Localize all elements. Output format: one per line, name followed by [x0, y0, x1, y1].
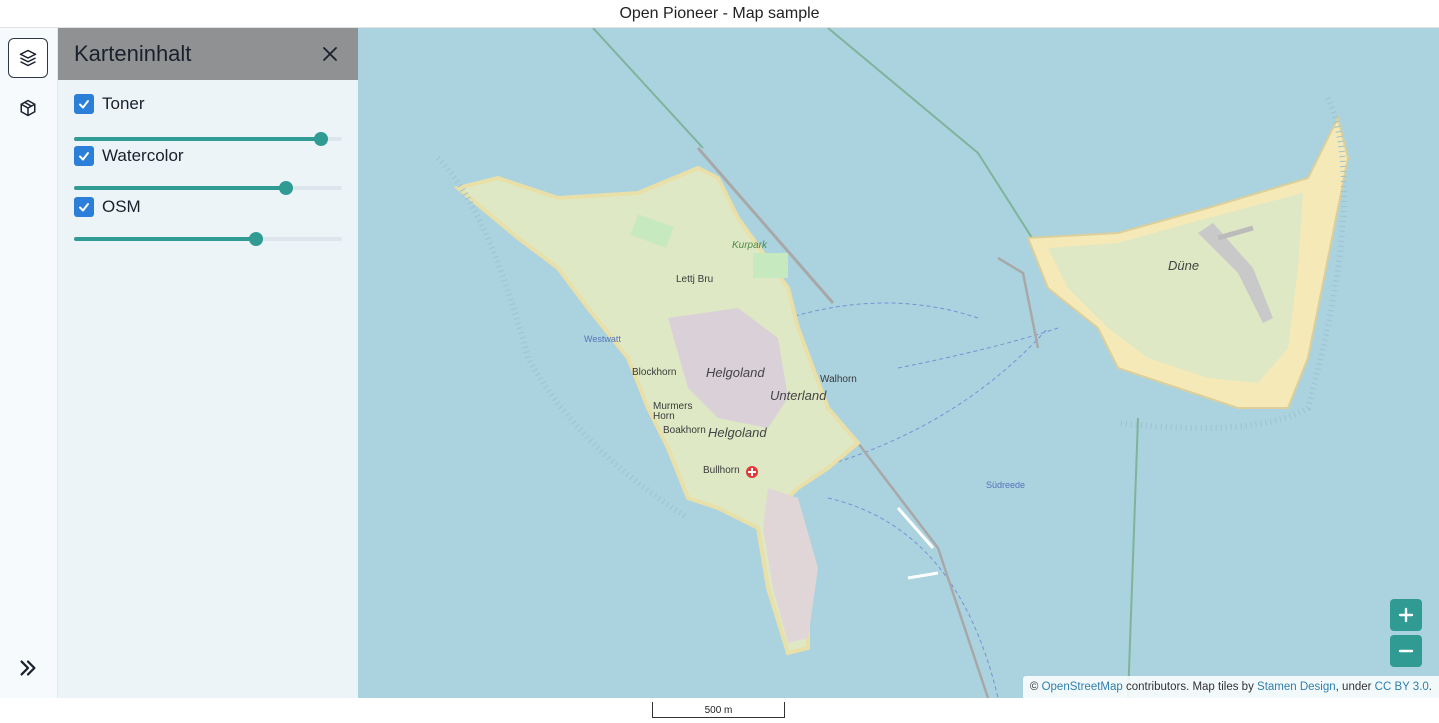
layer-checkbox-toner[interactable] [74, 94, 94, 114]
map-label-unterland: Unterland [770, 388, 827, 403]
panel-header: Karteninhalt [58, 28, 358, 80]
close-icon [323, 47, 337, 61]
plus-icon [1398, 607, 1414, 623]
map-label-bullhorn: Bullhorn [703, 465, 740, 476]
attribution-prefix: © [1029, 681, 1039, 693]
map-attribution: © OpenStreetMap contributors. Map tiles … [1022, 676, 1439, 698]
map-label-westwatt: Westwatt [584, 334, 621, 344]
minus-icon [1398, 649, 1414, 653]
attribution-text: contributors. Map tiles by [1125, 681, 1254, 693]
layer-list: Toner Watercolor OSM [58, 80, 358, 246]
map-label-boakhorn: Boakhorn [663, 425, 706, 436]
layers-button[interactable] [8, 38, 48, 78]
map-label-duene: Düne [1168, 258, 1200, 273]
chevrons-right-icon [20, 660, 36, 676]
toc-panel: Karteninhalt Toner Watercolor OSM [58, 28, 358, 698]
map-label-helgoland-island: Helgoland [708, 425, 767, 440]
cube-icon [20, 99, 36, 117]
map-view[interactable]: Helgoland Helgoland Unterland Düne Westw… [358, 28, 1439, 698]
opacity-slider-osm[interactable] [74, 232, 342, 246]
attribution-under: , under [1335, 681, 1372, 693]
zoom-in-button[interactable] [1390, 599, 1422, 631]
attribution-license-link[interactable]: CC BY 3.0 [1375, 681, 1429, 693]
checkmark-icon [79, 100, 89, 109]
expand-toolbar-button[interactable] [8, 648, 48, 688]
map-label-blockhorn: Blockhorn [632, 367, 677, 378]
layers-icon [19, 49, 37, 67]
window-title: Open Pioneer - Map sample [0, 0, 1439, 28]
scale-bar: 500 m [652, 702, 785, 718]
attribution-stamen-link[interactable]: Stamen Design [1257, 681, 1336, 693]
toolbar [0, 28, 58, 698]
map-label-helgoland-town: Helgoland [706, 365, 765, 380]
close-panel-button[interactable] [318, 42, 342, 66]
checkmark-icon [79, 152, 89, 161]
layer-item-watercolor: Watercolor [58, 131, 358, 195]
attribution-osm-link[interactable]: OpenStreetMap [1042, 681, 1123, 693]
zoom-out-button[interactable] [1390, 635, 1422, 667]
map-label-lettj-bru: Lettj Bru [676, 274, 714, 285]
layer-item-toner: Toner [58, 80, 358, 146]
slider-thumb[interactable] [249, 232, 264, 246]
checkmark-icon [79, 203, 89, 212]
layer-checkbox-osm[interactable] [74, 197, 94, 217]
map-label-walhorn: Walhorn [820, 374, 857, 385]
scale-label: 500 m [704, 705, 733, 716]
cube-button[interactable] [8, 88, 48, 128]
map-label-kurpark: Kurpark [732, 240, 768, 251]
map-label-suedreede: Südreede [986, 480, 1026, 490]
attribution-suffix: . [1428, 681, 1432, 693]
panel-title: Karteninhalt [74, 41, 192, 66]
footer: 500 m [0, 698, 1439, 723]
layer-label: Toner [102, 94, 145, 113]
map-tiles [435, 28, 1350, 698]
layer-label: Watercolor [102, 146, 184, 165]
layer-label: OSM [102, 197, 141, 216]
layer-checkbox-watercolor[interactable] [74, 146, 94, 166]
slider-fill [74, 237, 257, 241]
layer-item-osm: OSM [58, 182, 358, 246]
map-label-murmers-horn: Murmers Horn [653, 401, 693, 422]
